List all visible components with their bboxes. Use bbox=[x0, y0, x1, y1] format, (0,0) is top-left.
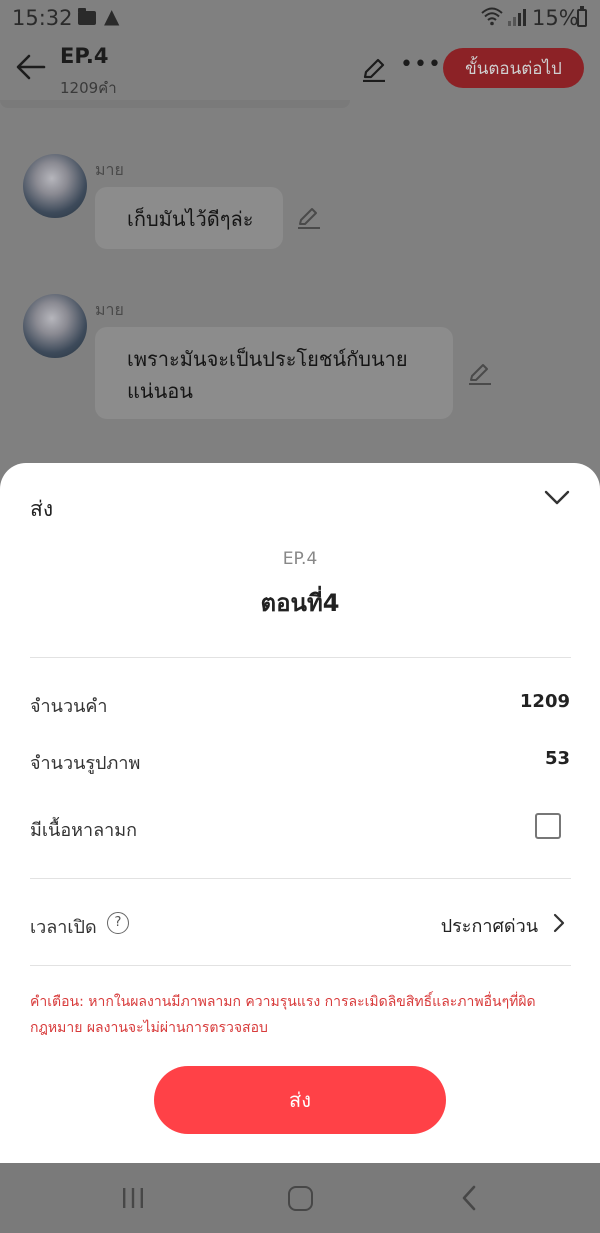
chat-bubble[interactable]: เก็บมันไว้ดีๆล่ะ bbox=[95, 187, 283, 249]
signal-icon bbox=[508, 9, 526, 26]
nav-home-icon[interactable] bbox=[288, 1186, 313, 1211]
chevron-right-icon[interactable] bbox=[553, 913, 565, 933]
nav-back-icon[interactable] bbox=[461, 1185, 477, 1211]
back-arrow-icon[interactable] bbox=[16, 54, 46, 80]
navigation-bar bbox=[0, 1163, 600, 1233]
page-subtitle: 1209คำ bbox=[60, 79, 117, 97]
release-time-value[interactable]: ประกาศด่วน bbox=[441, 911, 538, 940]
nav-recents-icon[interactable] bbox=[121, 1187, 145, 1209]
chat-sender-name: มาย bbox=[95, 300, 124, 319]
word-count-label: จำนวนคำ bbox=[30, 696, 108, 717]
chat-sender-name: มาย bbox=[95, 160, 124, 179]
episode-name: ตอนที่4 bbox=[260, 589, 340, 617]
divider bbox=[30, 657, 571, 658]
word-count-value: 1209 bbox=[519, 691, 570, 712]
status-time: 15:32 bbox=[12, 6, 73, 30]
header-shadow bbox=[0, 100, 350, 108]
submit-button[interactable]: ส่ง bbox=[154, 1066, 446, 1134]
more-icon[interactable]: ••• bbox=[400, 52, 442, 77]
chevron-down-icon[interactable] bbox=[544, 489, 570, 507]
folder-icon bbox=[78, 8, 96, 25]
avatar[interactable] bbox=[23, 154, 87, 218]
image-count-label: จำนวนรูปภาพ bbox=[30, 753, 141, 774]
adult-content-checkbox[interactable] bbox=[535, 813, 561, 839]
submit-sheet: ส่ง EP.4 ตอนที่4 จำนวนคำ 1209 จำนวนรูปภา… bbox=[0, 463, 600, 1163]
release-time-label: เวลาเปิด bbox=[30, 917, 97, 938]
avatar[interactable] bbox=[23, 294, 87, 358]
pencil-icon[interactable] bbox=[467, 361, 493, 387]
divider bbox=[30, 878, 571, 879]
divider bbox=[30, 965, 571, 966]
app-header: EP.4 1209คำ ••• ขั้นตอนต่อไป bbox=[0, 36, 600, 106]
pencil-icon[interactable] bbox=[296, 205, 322, 231]
image-count-value: 53 bbox=[544, 748, 570, 769]
episode-label: EP.4 bbox=[282, 549, 318, 569]
wifi-icon bbox=[481, 7, 503, 26]
pencil-icon[interactable] bbox=[361, 56, 387, 82]
next-step-button[interactable]: ขั้นตอนต่อไป bbox=[443, 48, 584, 88]
chat-bubble[interactable]: เพราะมันจะเป็นประโยชน์กับนายแน่นอน bbox=[95, 327, 453, 419]
help-icon[interactable]: ? bbox=[107, 912, 129, 934]
adult-content-label: มีเนื้อหาลามก bbox=[30, 820, 138, 841]
warning-text: คำเตือน: หากในผลงานมีภาพลามก ความรุนแรง … bbox=[30, 994, 536, 1036]
battery-icon bbox=[577, 6, 587, 27]
status-bar: 15:32 ▲ 15% bbox=[0, 0, 600, 36]
battery-level: 15% bbox=[532, 6, 579, 30]
page-title: EP.4 bbox=[60, 44, 109, 68]
warning-icon: ▲ bbox=[104, 4, 120, 28]
sheet-title: ส่ง bbox=[30, 497, 54, 521]
